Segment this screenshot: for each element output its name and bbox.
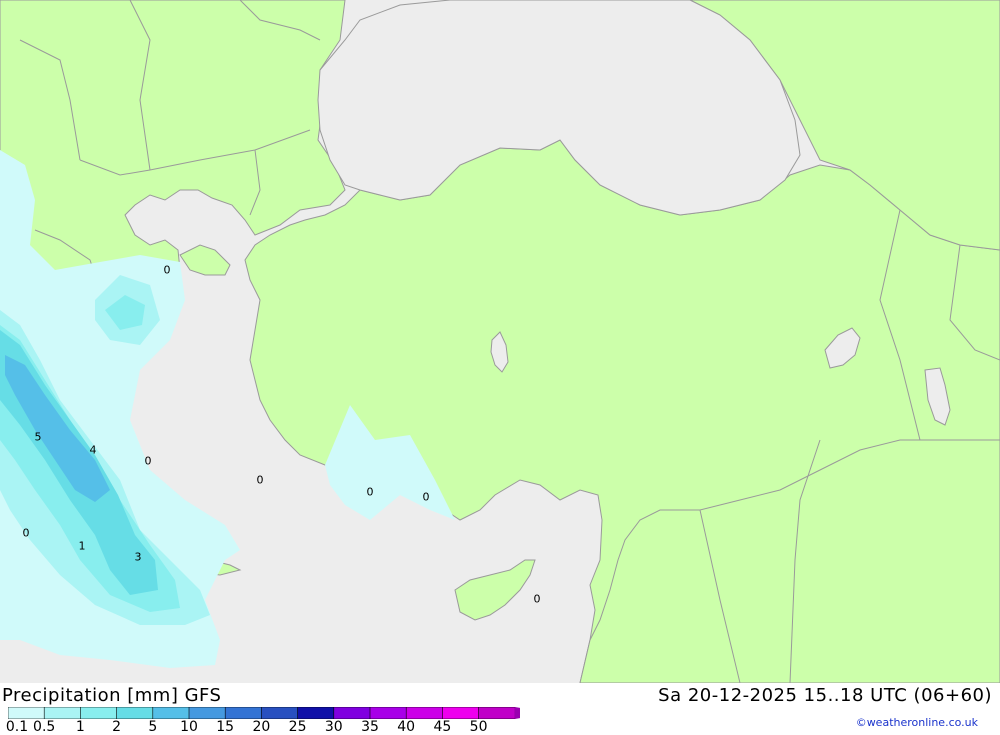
precip-value: 0 [256,473,264,487]
legend-swatch [261,707,299,719]
credit-link[interactable]: ©weatheronline.co.uk [856,716,978,729]
precip-value: 0 [163,263,171,277]
precip-value: 5 [34,430,42,444]
legend-swatch [297,707,335,719]
legend-swatch [478,707,516,719]
weather-map [0,0,1000,683]
legend-arrow [514,707,520,719]
precip-value: 3 [134,550,142,564]
legend-swatch [152,707,190,719]
precip-value: 0 [422,490,430,504]
precip-value: 0 [533,592,541,606]
legend-swatch [80,707,118,719]
legend-swatch [8,707,45,719]
precip-value: 0 [366,485,374,499]
legend-swatch [405,707,444,719]
map-footer: Precipitation [mm] GFS Sa 20-12-2025 15.… [0,683,1000,735]
forecast-time: Sa 20-12-2025 15..18 UTC (06+60) [658,685,992,706]
legend-swatch [369,707,407,719]
legend-swatch [43,707,82,719]
legend-swatch [188,707,226,719]
precip-value: 1 [78,539,86,553]
precip-value: 4 [89,443,97,457]
precip-value: 0 [22,526,30,540]
precip-value: 0 [144,454,152,468]
map-title: Precipitation [mm] GFS [2,685,222,706]
legend-swatch [442,707,480,719]
legend-swatch [116,707,154,719]
precipitation-legend-bar [8,707,520,719]
legend-swatch [224,707,263,719]
legend-swatch [333,707,371,719]
